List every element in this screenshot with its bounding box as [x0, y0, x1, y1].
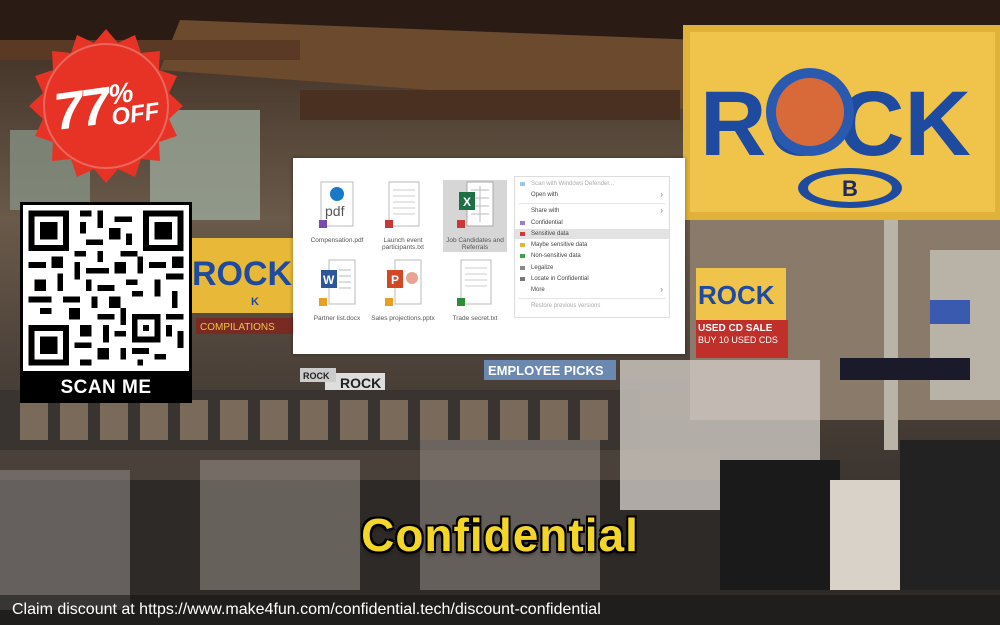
rock-left-letter: K [251, 296, 259, 308]
excel-file-icon: X [457, 181, 494, 228]
svg-text:W: W [323, 273, 335, 287]
edge-pdf-icon: pdf [319, 181, 354, 228]
menu-item-open-with[interactable]: Open with › [515, 190, 669, 200]
menu-item-scan[interactable]: Scan with Windows Defender... [515, 179, 669, 189]
file-label: Job Candidates and Referrals [446, 237, 504, 251]
svg-text:pdf: pdf [325, 203, 345, 219]
label-color-icon [520, 254, 525, 258]
qr-code[interactable]: SCAN ME [20, 202, 192, 403]
product-screenshot: pdf Compensation.pdf Launch event partic… [293, 158, 685, 354]
label-color-icon [520, 232, 525, 236]
badge-percent: 77 [50, 77, 112, 142]
rock-sign-letter: B [842, 176, 858, 201]
menu-item-confidential[interactable]: Confidential [515, 218, 669, 228]
file-item[interactable]: Trade secret.txt [443, 258, 507, 322]
text-file-icon [385, 181, 420, 228]
qr-scan-label: SCAN ME [60, 377, 152, 398]
product-title: Confidential [361, 509, 639, 561]
menu-item-maybe-sensitive[interactable]: Maybe sensitive data [515, 240, 669, 250]
footer-bar: Claim discount at https://www.make4fun.c… [0, 595, 1000, 625]
svg-text:X: X [463, 195, 471, 209]
compilations-text: COMPILATIONS [200, 322, 275, 333]
label-color-icon [520, 221, 525, 225]
file-item-selected[interactable]: X Job Candidates and Referrals [443, 180, 507, 252]
discount-link[interactable]: Claim discount at https://www.make4fun.c… [12, 601, 601, 619]
word-file-icon: W [319, 259, 356, 306]
file-item[interactable]: Launch event participants.txt [371, 180, 435, 251]
defender-icon [520, 182, 525, 186]
file-label: Sales projections.pptx [371, 315, 435, 322]
menu-item-sensitive[interactable]: Sensitive data [515, 229, 669, 239]
menu-separator [519, 298, 665, 299]
file-label: Partner list.docx [313, 315, 361, 322]
rock-small-text: ROCK [340, 375, 381, 391]
qr-code-icon [23, 205, 189, 371]
rock-right-text: ROCK [698, 280, 775, 310]
label-color-icon [520, 243, 525, 247]
file-label: Launch event participants.txt [382, 237, 424, 251]
menu-item-non-sensitive[interactable]: Non-sensitive data [515, 251, 669, 261]
rock-left-text: ROCK [192, 255, 293, 293]
chevron-right-icon: › [660, 206, 663, 215]
svg-text:P: P [391, 273, 399, 287]
locate-icon [520, 277, 525, 281]
menu-separator [519, 203, 665, 204]
used-cd-sale-text: USED CD SALE [698, 323, 773, 334]
context-menu: Scan with Windows Defender... Open with … [514, 176, 670, 318]
rock-small2-text: ROCK [303, 371, 330, 381]
menu-item-restore[interactable]: Restore previous versions [515, 301, 669, 311]
file-label: Trade secret.txt [452, 315, 498, 322]
menu-item-more[interactable]: More › [515, 285, 669, 295]
chevron-right-icon: › [660, 190, 663, 199]
menu-item-share-with[interactable]: Share with › [515, 206, 669, 216]
file-item[interactable]: W Partner list.docx [305, 258, 369, 322]
file-item[interactable]: P Sales projections.pptx [371, 258, 435, 322]
file-label: Compensation.pdf [310, 237, 364, 244]
text-file-icon [457, 259, 492, 306]
file-item[interactable]: pdf Compensation.pdf [305, 180, 369, 244]
menu-item-legalize[interactable]: Legalize [515, 263, 669, 273]
badge-off-label: OFF [109, 97, 162, 131]
chevron-right-icon: › [660, 285, 663, 294]
employee-picks-text: EMPLOYEE PICKS [488, 363, 604, 378]
powerpoint-file-icon: P [385, 259, 422, 306]
buy-10-text: BUY 10 USED CDS [698, 335, 778, 345]
menu-item-locate[interactable]: Locate in Confidential [515, 274, 669, 284]
legalize-icon [520, 266, 525, 270]
discount-badge: 77 % OFF [22, 22, 190, 190]
